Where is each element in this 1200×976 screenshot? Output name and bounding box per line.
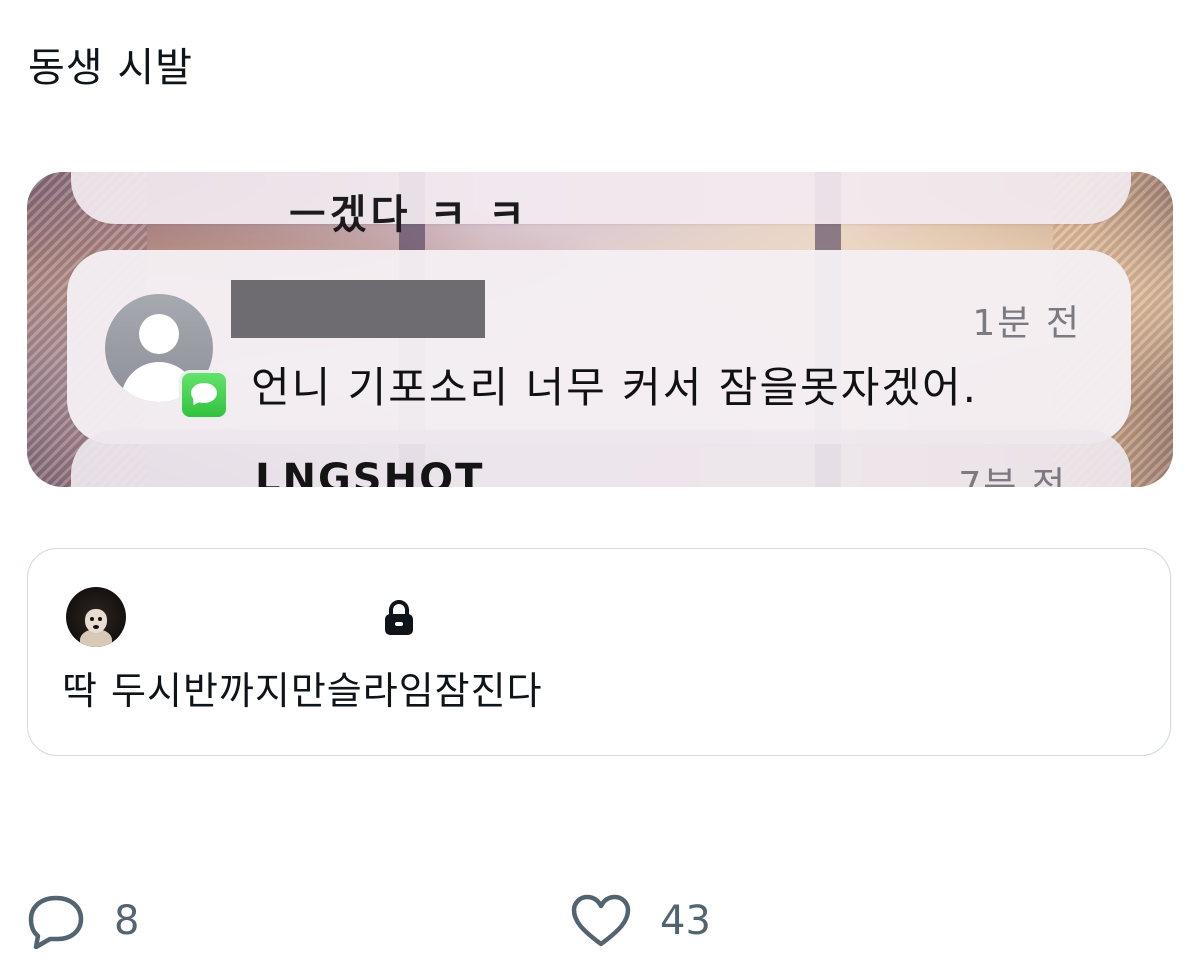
notification-time: 1분 전 <box>972 303 1081 344</box>
quoted-post-card[interactable]: 딱 두시반까지만슬라임잠진다 <box>27 548 1171 756</box>
notification-main: 1분 전 언니 기포소리 너무 커서 잠을못자겠어. <box>67 250 1131 444</box>
reply-icon <box>28 895 84 949</box>
like-button[interactable]: 43 <box>570 892 711 950</box>
lock-icon <box>385 600 413 635</box>
notification-message: 언니 기포소리 너무 커서 잠을못자겠어. <box>251 363 978 412</box>
notification-bottom-sender: LNGSHOT <box>255 456 485 487</box>
heart-icon <box>571 894 631 947</box>
notification-top-partial: ㅡ겠다 ㅋ ㅋ <box>71 172 1131 238</box>
quoted-post-text: 딱 두시반까지만슬라임잠진다 <box>62 669 543 713</box>
redacted-sender-name <box>231 280 485 338</box>
quoted-user-avatar[interactable] <box>66 587 126 647</box>
reply-count: 8 <box>114 898 140 944</box>
post-text: 동생 시발 <box>28 45 193 91</box>
notification-bottom-time: 7분 전 <box>958 465 1067 487</box>
notification-top-cut-text: ㅡ겠다 ㅋ ㅋ <box>289 192 529 238</box>
attached-image[interactable]: ㅡ겠다 ㅋ ㅋ 1분 전 언니 기포소리 너무 커서 잠을못자겠어. LNGSH… <box>27 172 1173 487</box>
reply-button[interactable]: 8 <box>26 892 139 950</box>
like-count: 43 <box>660 898 711 944</box>
messages-app-icon <box>179 370 229 420</box>
notification-bottom-partial: LNGSHOT 7분 전 <box>71 430 1131 487</box>
